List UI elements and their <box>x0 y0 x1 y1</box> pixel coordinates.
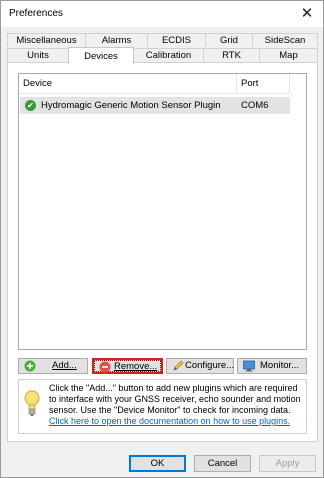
tab-calibration[interactable]: Calibration <box>134 49 204 62</box>
remove-button-label: Remove... <box>114 361 158 372</box>
tab-row-back: Miscellaneous Alarms ECDIS Grid SideScan <box>7 33 318 47</box>
info-text: Click the "Add..." button to add new plu… <box>49 383 305 427</box>
documentation-link[interactable]: Click here to open the documentation on … <box>49 416 305 427</box>
remove-button[interactable]: Remove... <box>92 358 163 374</box>
lightbulb-icon <box>24 390 40 416</box>
tab-grid[interactable]: Grid <box>206 34 253 47</box>
pencil-icon <box>173 360 184 371</box>
tab-alarms[interactable]: Alarms <box>86 34 148 47</box>
table-row[interactable]: ✔ Hydromagic Generic Motion Sensor Plugi… <box>20 97 290 114</box>
apply-button[interactable]: Apply <box>259 455 316 472</box>
add-button[interactable]: Add... <box>18 358 88 374</box>
info-box: Click the "Add..." button to add new plu… <box>18 379 307 434</box>
preferences-window: Preferences ✕ Miscellaneous Alarms ECDIS… <box>0 0 324 478</box>
cancel-button[interactable]: Cancel <box>194 455 251 472</box>
device-name: Hydromagic Generic Motion Sensor Plugin <box>41 100 221 111</box>
monitor-button[interactable]: Monitor... <box>237 358 307 374</box>
title-bar: Preferences ✕ <box>1 1 323 27</box>
column-header-port[interactable]: Port <box>237 74 290 94</box>
tab-devices[interactable]: Devices <box>68 47 134 64</box>
tab-sidescan[interactable]: SideScan <box>253 34 317 47</box>
tab-row-front: Units Devices Calibration RTK Map <box>7 47 318 64</box>
info-message: Click the "Add..." button to add new plu… <box>49 383 301 415</box>
tab-miscellaneous[interactable]: Miscellaneous <box>8 34 86 47</box>
monitor-button-label: Monitor... <box>260 360 300 371</box>
close-icon[interactable]: ✕ <box>297 4 317 24</box>
ok-button[interactable]: OK <box>129 455 186 472</box>
status-ok-icon: ✔ <box>25 100 36 111</box>
add-icon <box>24 360 36 372</box>
remove-icon <box>99 361 111 373</box>
tab-ecdis[interactable]: ECDIS <box>148 34 206 47</box>
device-list[interactable]: Device Port ✔ Hydromagic Generic Motion … <box>18 73 307 350</box>
device-port: COM6 <box>241 100 269 111</box>
configure-button[interactable]: Configure... <box>166 358 234 374</box>
add-button-label: Add... <box>52 360 77 371</box>
window-title: Preferences <box>9 8 63 19</box>
column-header-device[interactable]: Device <box>19 74 237 94</box>
devices-panel: Device Port ✔ Hydromagic Generic Motion … <box>7 62 318 442</box>
tab-units[interactable]: Units <box>8 49 69 62</box>
tab-rtk[interactable]: RTK <box>204 49 260 62</box>
monitor-icon <box>243 360 255 372</box>
tab-map[interactable]: Map <box>260 49 317 62</box>
configure-button-label: Configure... <box>185 360 235 371</box>
